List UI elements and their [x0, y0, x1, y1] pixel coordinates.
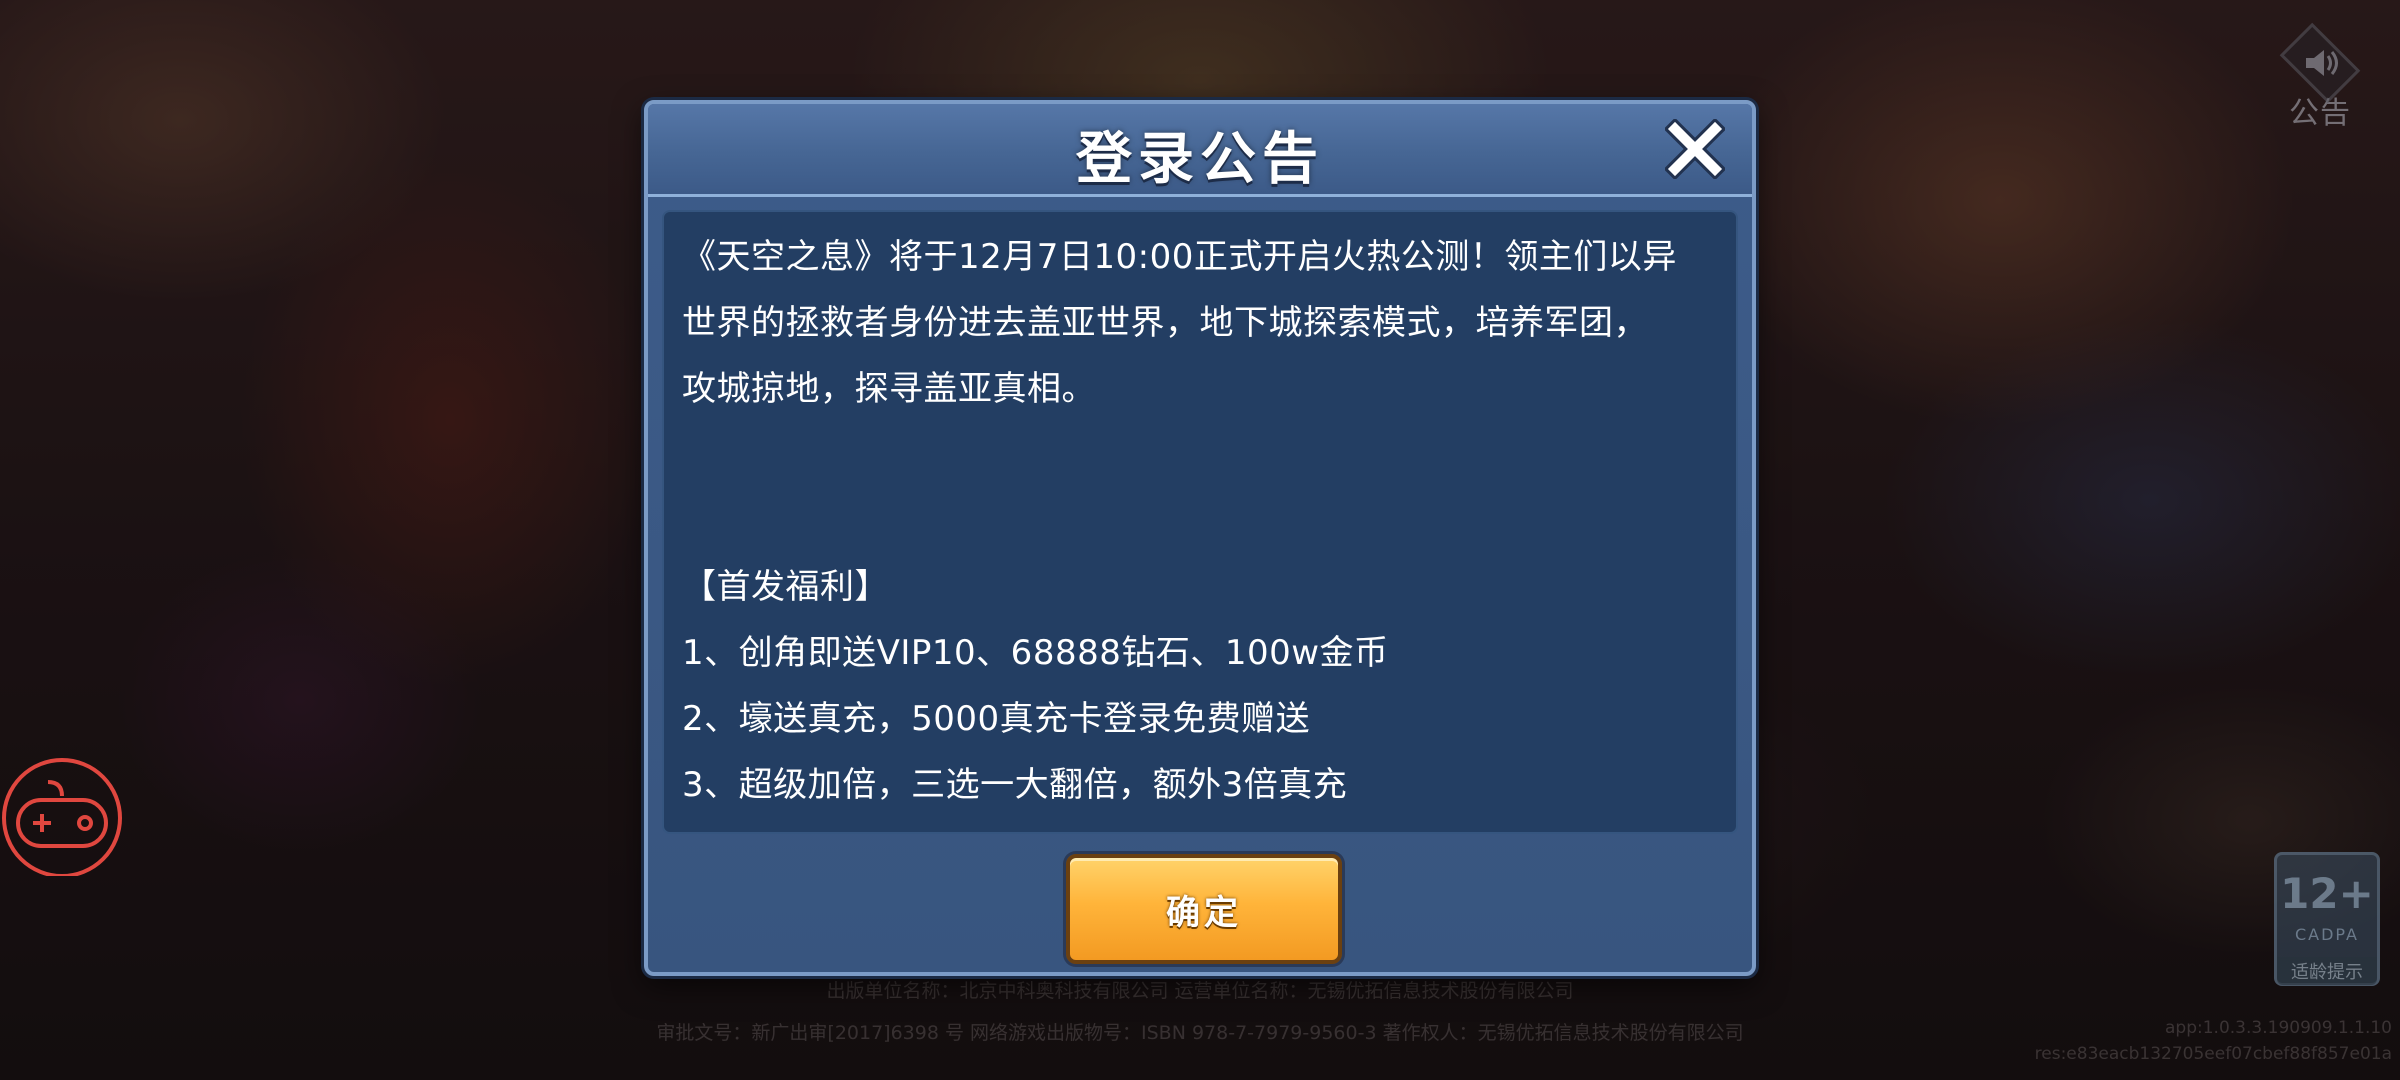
announcement-paragraph: 《天空之息》将于12月7日10:00正式开启火热公测！领主们以异	[682, 237, 1677, 277]
notice-button[interactable]: 公告	[2278, 22, 2362, 132]
footer-approval-line: 审批文号：新广出审[2017]6398 号 网络游戏出版物号：ISBN 978-…	[656, 1022, 1744, 1044]
version-app: app:1.0.3.3.190909.1.1.10	[2165, 1018, 2392, 1038]
dialog-title: 登录公告	[1076, 127, 1324, 192]
benefit-item: 1、创角即送VIP10、68888钻石、100w金币	[682, 633, 1389, 673]
confirm-button-label: 确定	[1166, 892, 1242, 933]
speaker-icon	[2306, 50, 2338, 76]
close-button[interactable]	[1664, 118, 1726, 180]
close-icon	[1665, 119, 1725, 179]
version-res: res:e83eacb132705eef07cbef88f857e01a	[2034, 1044, 2392, 1064]
benefits-heading: 【首发福利】	[682, 567, 889, 607]
dialog-header: 登录公告	[648, 104, 1752, 197]
gamepad-button[interactable]	[2, 756, 122, 878]
announcement-content: 《天空之息》将于12月7日10:00正式开启火热公测！领主们以异 世界的拯救者身…	[662, 210, 1738, 834]
login-announcement-dialog: 登录公告 《天空之息》将于12月7日10:00正式开启火热公测！领主们以异 世界…	[644, 100, 1756, 976]
confirm-button[interactable]: 确定	[1066, 854, 1342, 964]
gamepad-icon	[2, 758, 122, 878]
benefit-item: 2、壕送真充，5000真充卡登录免费赠送	[682, 699, 1311, 739]
announcement-paragraph: 世界的拯救者身份进去盖亚世界，地下城探索模式，培养军团，	[682, 303, 1648, 343]
footer-publisher-line: 出版单位名称：北京中科奥科技有限公司 运营单位名称：无锡优拓信息技术股份有限公司	[826, 980, 1574, 1002]
age-rating-badge[interactable]: 12+ CADPA 适龄提示	[2274, 852, 2380, 986]
age-rating-org: CADPA	[2294, 925, 2359, 944]
announcement-paragraph: 攻城掠地，探寻盖亚真相。	[682, 369, 1096, 409]
benefit-item: 3、超级加倍，三选一大翻倍，额外3倍真充	[682, 765, 1348, 805]
age-rating-number: 12+	[2280, 869, 2374, 918]
